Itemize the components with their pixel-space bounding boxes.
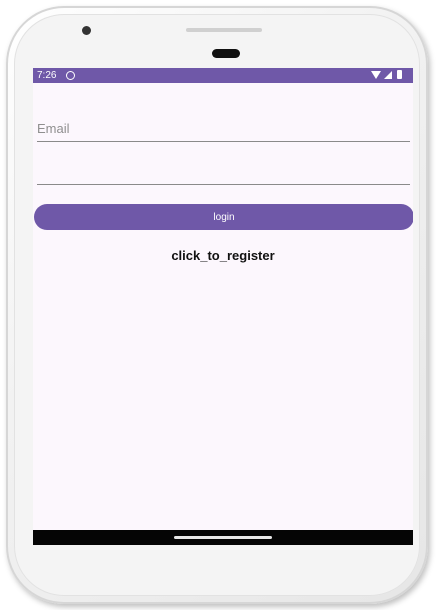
navigation-bar bbox=[33, 530, 413, 545]
register-link[interactable]: click_to_register bbox=[33, 248, 413, 263]
login-button[interactable]: login bbox=[34, 204, 413, 230]
status-time: 7:26 bbox=[37, 70, 57, 81]
speaker-grille bbox=[186, 28, 262, 32]
battery-icon bbox=[397, 70, 402, 79]
signal-icon bbox=[384, 71, 392, 79]
home-indicator[interactable] bbox=[174, 536, 272, 539]
app-screen: 7:26 login click_to_register bbox=[33, 68, 413, 545]
status-bar: 7:26 bbox=[33, 68, 413, 83]
password-field[interactable] bbox=[37, 158, 410, 185]
front-camera-icon bbox=[82, 26, 91, 35]
earpiece-icon bbox=[212, 49, 240, 58]
sync-icon bbox=[66, 71, 75, 80]
email-field[interactable] bbox=[37, 115, 410, 142]
wifi-icon bbox=[371, 71, 381, 79]
